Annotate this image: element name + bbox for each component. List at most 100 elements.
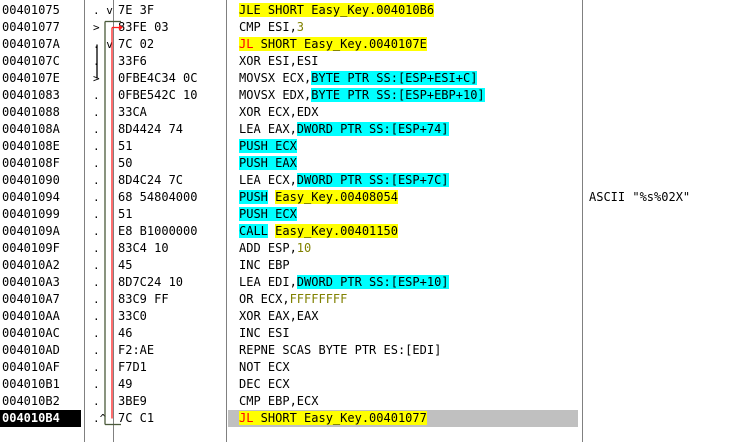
instruction-token: PUSH ECX [239,207,297,221]
disasm-row[interactable]: 0040107C. 33F6 XOR ESI,ESI [0,53,746,70]
instruction-token: BYTE PTR SS:[ESP+ESI+C] [311,71,478,85]
column-separator[interactable] [113,0,114,442]
disasm-row[interactable]: 00401099. 51 PUSH ECX [0,206,746,223]
instruction-text: INC EBP [239,257,290,274]
row-hex-bytes: 83FE 03 [118,20,169,34]
row-hex-bytes: 33F6 [118,54,147,68]
instruction-token: LEA ECX, [239,173,297,187]
row-flow-marker: . [93,208,100,221]
disasm-row[interactable]: 004010A3. 8D7C24 10 LEA EDI,DWORD PTR SS:[… [0,274,746,291]
disasm-row[interactable]: 004010B2. 3BE9 CMP EBP,ECX [0,393,746,410]
row-instruction: PUSH ECX [228,138,578,155]
row-flow-marker: . [93,310,100,323]
disasm-row[interactable]: 0040108A. 8D4424 74 LEA EAX,DWORD PTR SS:[… [0,121,746,138]
row-hex-bytes: 50 [118,156,133,170]
row-instruction: CALL Easy_Key.00401150 [228,223,578,240]
row-hex-bytes: 68 54804000 [118,190,198,204]
instruction-token: REPNE SCAS BYTE PTR ES:[EDI] [239,343,442,357]
row-comment [589,36,746,53]
row-address: 004010AF [2,360,60,374]
instruction-token: PUSH ECX [239,139,297,153]
row-address: 0040109A [2,224,60,238]
disasm-row[interactable]: 0040107E >0FBE4C34 0C MOVSX ECX,BYTE PTR S… [0,70,746,87]
row-address: 004010A2 [2,258,60,272]
disasm-row[interactable]: 0040108F. 50 PUSH EAX [0,155,746,172]
disasm-row[interactable]: 00401090. 8D4C24 7C LEA ECX,DWORD PTR SS:[… [0,172,746,189]
disasm-row[interactable]: 00401094. 68 54804000 PUSH Easy_Key.004080… [0,189,746,206]
row-address: 004010AC [2,326,60,340]
row-flow-marker: . [93,344,100,357]
row-hex-bytes: 83C4 10 [118,241,169,255]
instruction-token: JL [239,37,254,51]
row-address: 004010A3 [2,275,60,289]
disasm-row[interactable]: 004010AD. F2:AE REPNE SCAS BYTE PTR ES:[ED… [0,342,746,359]
disasm-row[interactable]: 004010AA. 33C0 XOR EAX,EAX [0,308,746,325]
row-instruction: LEA EDI,DWORD PTR SS:[ESP+10] [228,274,578,291]
row-comment [589,274,746,291]
disasm-row[interactable]: 004010A2. 45 INC EBP [0,257,746,274]
instruction-token: BYTE PTR SS:[ESP+EBP+10] [311,88,485,102]
disasm-row[interactable]: 00401077 > 83FE 03 CMP ESI,3 [0,19,746,36]
disasm-row[interactable]: 0040109F. 83C4 10 ADD ESP,10 [0,240,746,257]
instruction-token: SHORT Easy_Key.0040107E [253,37,427,51]
row-comment [589,155,746,172]
row-flow-marker: . [93,293,100,306]
instruction-token: SHORT Easy_Key.00401077 [253,411,427,425]
disasm-row[interactable]: 00401083. 0FBE542C 10 MOVSX EDX,BYTE PTR S… [0,87,746,104]
row-hex-bytes: 51 [118,139,133,153]
row-hex-bytes: 3BE9 [118,394,147,408]
row-comment [589,325,746,342]
disassembly-pane[interactable]: 00401075 . v 7E 3F JLE SHORT Easy_Key.00401… [0,0,746,442]
row-hex-bytes: 49 [118,377,133,391]
disasm-row[interactable]: 00401075 . v 7E 3F JLE SHORT Easy_Key.00401… [0,2,746,19]
disasm-row[interactable]: 004010A7. 83C9 FF OR ECX,FFFFFFFF [0,291,746,308]
instruction-token: INC ESI [239,326,290,340]
instruction-text: JL SHORT Easy_Key.00401077 [239,410,427,427]
row-instruction: NOT ECX [228,359,578,376]
row-flow-marker: . [93,395,100,408]
row-comment [589,223,746,240]
row-comment [589,121,746,138]
row-instruction: XOR ECX,EDX [228,104,578,121]
row-flow-marker: . [93,106,100,119]
column-separator[interactable] [226,0,227,442]
disasm-row[interactable]: 0040107A . v 7C 02 JL SHORT Easy_Key.004010… [0,36,746,53]
row-instruction: JL SHORT Easy_Key.00401077 [228,410,578,427]
row-hex-bytes: 7E 3F [118,3,155,17]
instruction-token: OR ECX, [239,292,290,306]
row-comment [589,393,746,410]
row-instruction: JL SHORT Easy_Key.0040107E [228,36,578,53]
instruction-token: JLE SHORT Easy_Key.004010B6 [239,3,435,17]
instruction-text: CALL Easy_Key.00401150 [239,223,398,240]
disasm-row[interactable]: 0040109A. E8 B1000000 CALL Easy_Key.004011… [0,223,746,240]
instruction-token: CMP ESI, [239,20,297,34]
instruction-text: CMP ESI,3 [239,19,304,36]
disasm-row[interactable]: 004010AF. F7D1 NOT ECX [0,359,746,376]
disasm-row[interactable]: 00401088. 33CA XOR ECX,EDX [0,104,746,121]
row-comment [589,257,746,274]
row-flow-marker: . v [93,38,113,51]
disasm-row[interactable]: 004010B4 .^ 7C C1 JL SHORT Easy_Key.0040107… [0,410,746,427]
row-flow-marker: . [93,378,100,391]
disasm-row[interactable]: 004010B1. 49 DEC ECX [0,376,746,393]
row-flow-marker: .^ [93,412,107,425]
row-hex-bytes: 7C 02 [118,37,155,51]
instruction-text: PUSH EAX [239,155,297,172]
instruction-token: DWORD PTR SS:[ESP+74] [296,122,449,136]
instruction-token: Easy_Key.00401150 [275,224,398,238]
disasm-row[interactable]: 004010AC. 46 INC ESI [0,325,746,342]
row-instruction: ADD ESP,10 [228,240,578,257]
instruction-token: FFFFFFFF [289,292,348,306]
column-separator[interactable] [84,0,85,442]
instruction-text: PUSH ECX [239,138,297,155]
row-address: 004010AA [2,309,60,323]
row-address: 0040109F [2,241,60,255]
disasm-row[interactable]: 0040108E. 51 PUSH ECX [0,138,746,155]
instruction-token: PUSH EAX [239,156,297,170]
row-comment [589,359,746,376]
row-instruction: MOVSX ECX,BYTE PTR SS:[ESP+ESI+C] [228,70,578,87]
instruction-token: LEA EDI, [239,275,297,289]
row-comment [589,70,746,87]
row-flow-marker: . [93,174,100,187]
column-separator[interactable] [582,0,583,442]
